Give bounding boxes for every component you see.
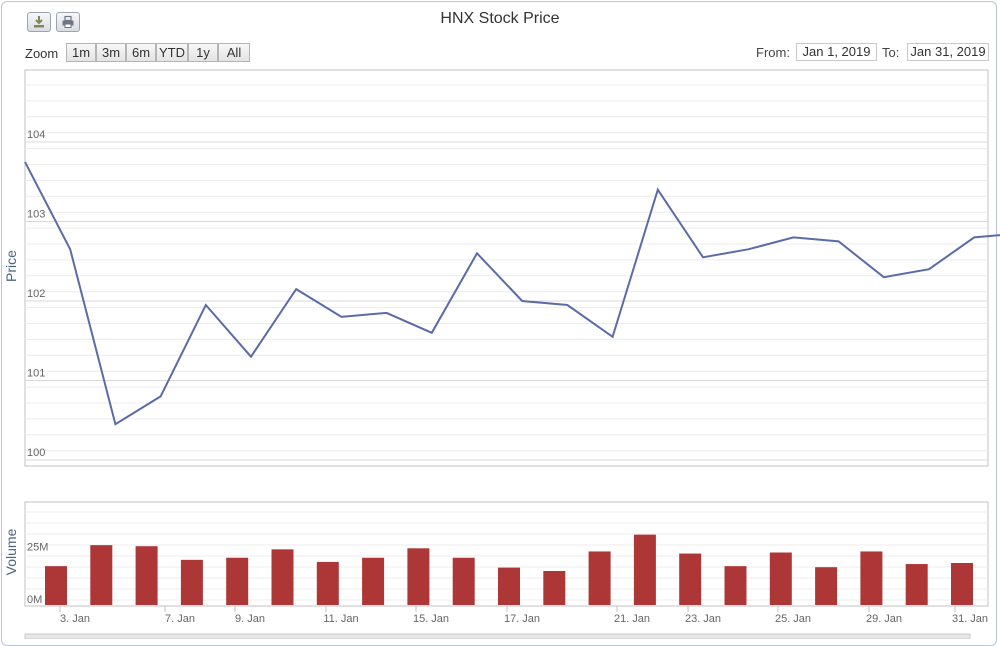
x-tick-label: 21. Jan	[614, 613, 650, 625]
price-axis-title: Price	[3, 250, 19, 282]
x-tick-label: 9. Jan	[235, 613, 265, 625]
volume-bar	[679, 553, 702, 605]
chart-canvas: 100 101 102 103 104 0M 25M 3. Jan 7. Jan 9. Jan…	[3, 69, 1000, 639]
volume-bar	[905, 564, 928, 605]
price-y-axis: 100 101 102 103 104	[27, 129, 45, 459]
x-tick-label: 29. Jan	[866, 613, 902, 625]
volume-bar	[452, 557, 475, 605]
volume-bar	[90, 545, 113, 605]
volume-bar	[951, 563, 973, 605]
volume-bar	[769, 552, 792, 605]
volume-bar	[135, 546, 158, 605]
volume-bar	[316, 561, 339, 605]
volume-bar	[180, 559, 203, 605]
volume-bar	[543, 570, 566, 605]
volume-y-tick-label: 25M	[27, 542, 48, 554]
x-tick-label: 15. Jan	[413, 613, 449, 625]
price-y-tick-label: 104	[27, 129, 45, 141]
price-y-tick-label: 103	[27, 209, 45, 221]
volume-y-tick-label: 0M	[27, 594, 42, 606]
volume-axis-title: Volume	[3, 528, 19, 575]
price-grid	[24, 69, 989, 467]
x-tick-label: 31. Jan	[952, 613, 988, 625]
volume-bar	[407, 548, 430, 605]
price-y-tick-label: 100	[27, 447, 45, 459]
x-tick-label: 11. Jan	[323, 613, 358, 625]
x-tick-label: 23. Jan	[685, 613, 721, 625]
volume-bar	[226, 557, 249, 605]
price-series-line	[24, 161, 1000, 426]
price-y-tick-label: 101	[27, 368, 45, 380]
volume-bar	[633, 534, 656, 605]
volume-bar	[271, 549, 294, 605]
price-plot-border	[24, 69, 989, 467]
volume-bar	[588, 551, 611, 605]
navigator-bar[interactable]	[24, 633, 971, 639]
x-axis-labels: 3. Jan 7. Jan 9. Jan 11. Jan 15. Jan 17. Jan 2…	[59, 606, 988, 625]
x-tick-label: 7. Jan	[165, 613, 195, 625]
volume-bar	[860, 551, 883, 605]
price-y-tick-label: 102	[27, 288, 45, 300]
volume-bar	[45, 566, 67, 605]
volume-bar	[362, 557, 385, 605]
x-tick-label: 17. Jan	[504, 613, 540, 625]
volume-bar	[815, 567, 838, 605]
volume-bar	[498, 567, 520, 605]
volume-bar	[724, 566, 747, 605]
x-tick-label: 25. Jan	[775, 613, 811, 625]
x-tick-label: 3. Jan	[60, 613, 90, 625]
